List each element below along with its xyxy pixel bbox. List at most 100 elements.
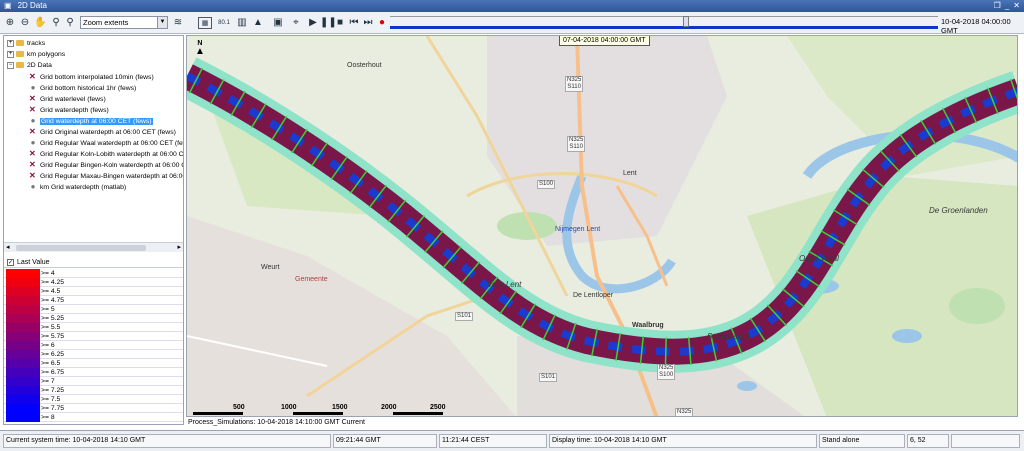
legend-row: >= 5: [4, 305, 183, 314]
last-value-checkbox[interactable]: ✓: [7, 258, 14, 266]
layers-icon[interactable]: ≋: [172, 17, 184, 29]
legend-swatch: [6, 395, 40, 404]
expand-toggle-icon[interactable]: +: [7, 50, 14, 58]
pan-hand-icon[interactable]: ✋: [34, 17, 46, 29]
scroll-right-icon[interactable]: ▸: [177, 243, 181, 253]
legend-swatch: [6, 314, 40, 323]
scale-label: 1000: [281, 404, 297, 411]
zoom-percent[interactable]: 80.1: [213, 17, 235, 29]
tree-horizontal-scrollbar[interactable]: ◂ ▸: [4, 242, 183, 252]
road-sign-n325-mid: N325 S110: [567, 136, 586, 152]
window-title: 2D Data: [17, 1, 47, 10]
legend-swatch: [6, 404, 40, 413]
scrollbar-thumb[interactable]: [16, 245, 146, 251]
layer-panel: + tracks + km polygons − 2D Data ✕ Grid bottom …: [3, 35, 184, 425]
place-de-groenlanden: De Groenlanden: [929, 206, 988, 215]
status-gmt-time: 09:21:44 GMT: [333, 434, 437, 448]
expand-toggle-icon[interactable]: −: [7, 61, 14, 69]
legend-title: Last Value: [17, 259, 50, 266]
opacity-icon[interactable]: ▥: [236, 17, 248, 29]
tree-item[interactable]: ● Grid Regular Waal waterdepth at 06:00 C…: [29, 138, 183, 147]
main-toolbar: ⊕ ⊖ ✋ ⚲ ⚲ Zoom extents ▼ ≋ ▦ 80.1 ▥ ▲ ▣ …: [0, 12, 1024, 35]
video-icon[interactable]: ▣: [272, 17, 284, 29]
tree-item[interactable]: ✕ Grid Regular Koln-Lobith waterdepth at …: [29, 149, 183, 158]
legend-label: >= 4.75: [41, 297, 65, 304]
road-sign-s100: S100: [537, 180, 556, 189]
tree-item[interactable]: + tracks: [7, 39, 45, 48]
tree-item[interactable]: ● km Grid waterdepth (matlab): [29, 182, 127, 191]
legend-row: >= 5.75: [4, 332, 183, 341]
map-view[interactable]: N ▲ 07-04-2018 04:00:00 GMT Veur Lent St…: [186, 35, 1018, 417]
triangle-icon[interactable]: ▲: [252, 17, 264, 29]
grid-x-icon: ✕: [29, 171, 36, 180]
tree-item-label: 2D Data: [27, 62, 52, 69]
point-icon: ●: [30, 182, 36, 191]
skip-end-icon[interactable]: ⏭: [362, 17, 374, 29]
grid-x-icon: ✕: [29, 72, 36, 81]
tree-item-label: Grid waterdepth (fews): [40, 107, 109, 114]
legend-row: >= 4.5: [4, 287, 183, 296]
pond-south: [737, 381, 757, 391]
app-icon: ▣: [4, 1, 12, 10]
tree-item-label: Grid Original waterdepth at 06:00 CET (f…: [40, 129, 176, 136]
tree-item[interactable]: + km polygons: [7, 50, 65, 59]
zoom-select[interactable]: Zoom extents ▼: [80, 16, 168, 29]
skip-start-icon[interactable]: ⏮: [348, 17, 360, 29]
chevron-down-icon[interactable]: ▼: [157, 17, 167, 28]
status-display-time: Display time: 10-04-2018 14:10 GMT: [549, 434, 817, 448]
tree-item-label: Grid Regular Waal waterdepth at 06:00 CE…: [40, 140, 183, 147]
map-canvas[interactable]: [187, 36, 1018, 417]
road-sign-n325-lower: N325: [675, 408, 694, 416]
legend-header[interactable]: ✓ Last Value: [4, 257, 183, 268]
tree-item[interactable]: ✕ Grid waterlevel (fews): [29, 94, 106, 103]
restore-icon[interactable]: ❐: [994, 1, 1001, 10]
legend-swatch: [6, 350, 40, 359]
legend-swatch: [6, 413, 40, 422]
slider-end-label: 10-04-2018 04:00:00 GMT: [941, 17, 1011, 35]
grid-icon[interactable]: ▦: [198, 17, 212, 29]
status-mode: Stand alone: [819, 434, 905, 448]
legend-row: >= 6.5: [4, 359, 183, 368]
expand-toggle-icon[interactable]: +: [7, 39, 14, 47]
tree-item[interactable]: ✕ Grid waterdepth (fews): [29, 105, 109, 114]
crosshair-icon[interactable]: ⌖: [290, 17, 302, 29]
window-titlebar: ▣ 2D Data ❐ _ ✕: [0, 0, 1024, 12]
close-icon[interactable]: ✕: [1013, 1, 1020, 10]
record-icon[interactable]: ●: [376, 17, 388, 29]
legend-label: >= 7.5: [41, 396, 61, 403]
legend-row: >= 7.5: [4, 395, 183, 404]
status-bar: Current system time: 10-04-2018 14:10 GM…: [0, 430, 1024, 451]
place-de-lentloper: De Lentloper: [573, 292, 614, 299]
slider-track[interactable]: [390, 26, 938, 29]
slider-thumb[interactable]: [682, 16, 689, 27]
tree-item[interactable]: ✕ Grid bottom interpolated 10min (fews): [29, 72, 154, 81]
minimize-icon[interactable]: _: [1005, 1, 1009, 10]
legend-swatch: [6, 296, 40, 305]
legend-label: >= 6.25: [41, 351, 65, 358]
time-slider[interactable]: [390, 16, 938, 30]
point-icon: ●: [30, 116, 36, 125]
tree-item[interactable]: ● Grid waterdepth at 06:00 CET (fews): [29, 116, 153, 125]
legend-row: >= 8: [4, 413, 183, 422]
scale-segment: [193, 412, 243, 415]
tree-item[interactable]: ✕ Grid Regular Bingen-Koln waterdepth at …: [29, 160, 183, 169]
legend-label: >= 7.75: [41, 405, 65, 412]
zoom-previous-icon[interactable]: ⚲: [64, 17, 76, 29]
zoom-window-icon[interactable]: ⚲: [50, 17, 62, 29]
tree-item[interactable]: ● Grid bottom historical 1hr (fews): [29, 83, 137, 92]
legend-row: >= 6: [4, 341, 183, 350]
pause-icon[interactable]: ❚❚: [320, 17, 337, 29]
legend-swatch: [6, 341, 40, 350]
tree-item[interactable]: − 2D Data: [7, 61, 52, 70]
legend-label: >= 6: [41, 342, 55, 349]
tree-item[interactable]: ✕ Grid Regular Maxau-Bingen waterdepth at…: [29, 171, 183, 180]
zoom-out-icon[interactable]: ⊖: [19, 17, 31, 29]
process-status: Process_Simulations: 10-04-2018 14:10:00…: [188, 419, 365, 426]
scroll-left-icon[interactable]: ◂: [6, 243, 10, 253]
legend-label: >= 5.5: [41, 324, 61, 331]
stop-icon[interactable]: ■: [334, 17, 346, 29]
tree-item[interactable]: ✕ Grid Original waterdepth at 06:00 CET (…: [29, 127, 176, 136]
play-icon[interactable]: ▶: [307, 17, 319, 29]
zoom-in-icon[interactable]: ⊕: [4, 17, 16, 29]
legend-row: >= 5.25: [4, 314, 183, 323]
